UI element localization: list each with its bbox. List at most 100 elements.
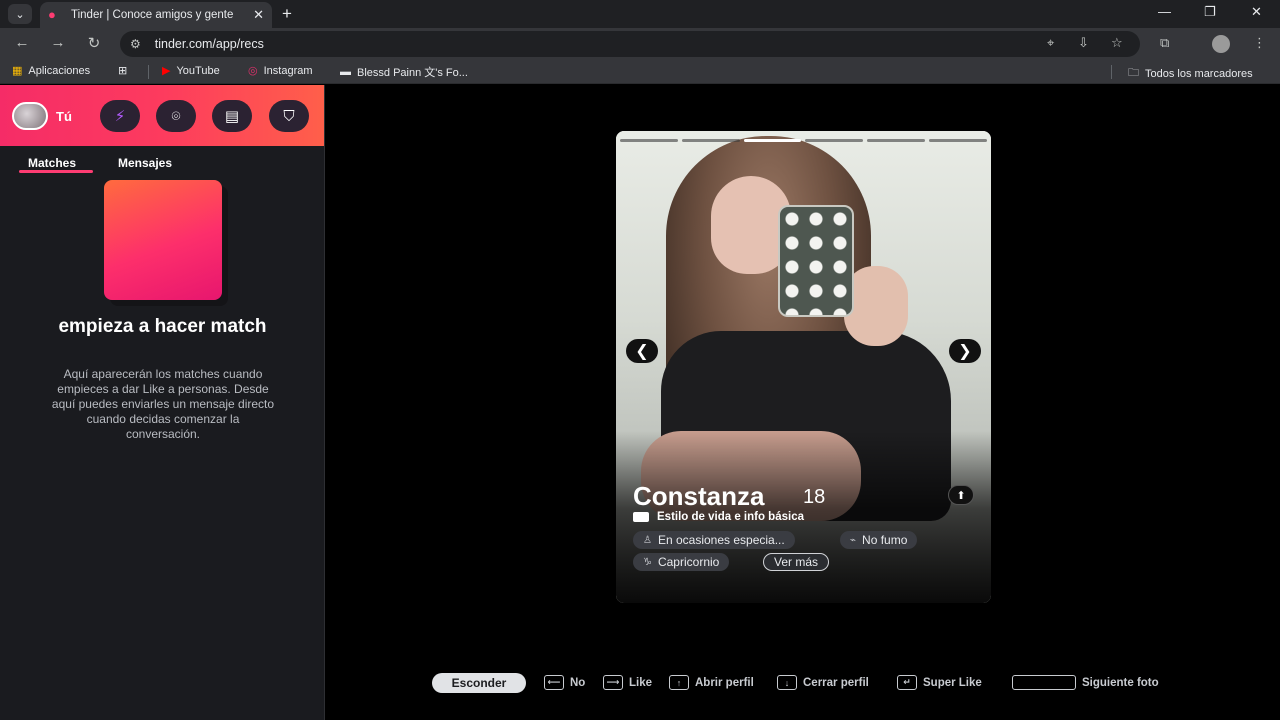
empty-match-card xyxy=(104,180,222,300)
hide-hints-button[interactable]: Esconder xyxy=(432,673,526,693)
bookmark-all[interactable]: 🗀 Todos los marcadores xyxy=(1128,64,1253,83)
bookmark-divider xyxy=(148,65,149,79)
hint-label: Like xyxy=(629,676,653,689)
empty-state-title: empieza a hacer match xyxy=(58,316,267,337)
hint-super-like: ↵ Super Like xyxy=(897,675,982,690)
new-tab-button[interactable]: + xyxy=(282,4,292,24)
extensions-icon[interactable]: ⧉ xyxy=(1160,35,1169,51)
main-area: ❮ ❯ Constanza 18 ⬆ Estilo de vida e info… xyxy=(326,85,1280,720)
bookmark-label: Todos los marcadores xyxy=(1145,67,1253,80)
site-info-icon[interactable]: ⚙ xyxy=(130,37,141,51)
folder-icon: 🗀 xyxy=(1128,67,1139,79)
install-app-icon[interactable]: ⇩ xyxy=(1078,35,1089,51)
profile-avatar[interactable] xyxy=(1212,35,1230,53)
youtube-icon: ▶ xyxy=(162,65,171,77)
tab-title: Tinder | Conoce amigos y gente xyxy=(71,9,234,21)
next-photo-icon[interactable]: ❯ xyxy=(949,339,981,363)
space-key-icon xyxy=(1012,675,1076,690)
hint-label: Cerrar perfil xyxy=(803,676,869,689)
bookmarks-bar: ▦ Aplicaciones ⊞ ▶ YouTube ◎ Instagram ▬… xyxy=(0,60,1280,84)
music-icon: ▬ xyxy=(340,66,351,78)
avatar[interactable] xyxy=(12,102,48,130)
see-more-button[interactable]: Ver más xyxy=(763,553,830,571)
apps-grid-icon: ▦ xyxy=(12,65,23,77)
work-icon[interactable]: ▤ xyxy=(212,100,252,132)
bookmark-youtube[interactable]: ▶ YouTube xyxy=(162,64,220,78)
bookmark-label: Instagram xyxy=(263,64,313,77)
bookmark-label: Aplicaciones xyxy=(28,64,91,77)
grid-icon: ⊞ xyxy=(118,65,128,77)
hint-label: No xyxy=(570,676,586,689)
lifestyle-label: Estilo de vida e info básica xyxy=(657,511,804,523)
hint-label: Abrir perfil xyxy=(695,676,754,689)
tab-mensajes[interactable]: Mensajes xyxy=(118,156,172,170)
bookmark-label: Blessd Painn 文's Fo... xyxy=(357,67,468,79)
hint-next-photo: Siguiente foto xyxy=(1012,675,1159,690)
sidebar: Tú ⚡ ⌾ ▤ ⛉ Matches Mensajes empieza a ha… xyxy=(0,85,325,720)
tag-icon xyxy=(633,512,649,522)
enter-key-icon: ↵ xyxy=(897,675,917,690)
user-label[interactable]: Tú xyxy=(56,109,72,124)
restore-icon[interactable]: ❐ xyxy=(1204,4,1216,20)
hint-label: Super Like xyxy=(923,676,982,689)
hint-close-profile: ↓ Cerrar perfil xyxy=(777,675,869,690)
previous-photo-icon[interactable]: ❮ xyxy=(626,339,658,363)
left-arrow-key-icon: ⟵ xyxy=(544,675,564,690)
photo-progress xyxy=(620,139,987,143)
tab-matches[interactable]: Matches xyxy=(28,156,76,170)
bookmark-instagram[interactable]: ◎ Instagram xyxy=(248,64,313,78)
chip-drinking: ♙ En ocasiones especia... xyxy=(633,531,795,549)
chip-smoking: ⌁ No fumo xyxy=(840,531,918,549)
up-arrow-key-icon: ↑ xyxy=(669,675,689,690)
profile-name: Constanza xyxy=(633,481,765,511)
location-icon[interactable]: ⌖ xyxy=(1047,35,1054,51)
hint-label: Siguiente foto xyxy=(1082,676,1159,689)
lifestyle-heading: Estilo de vida e info básica xyxy=(633,511,804,523)
bookmark-label: YouTube xyxy=(176,64,220,77)
bookmark-blessd[interactable]: ▬ Blessd Painn 文's Fo... xyxy=(340,64,468,80)
photo-progress-segment xyxy=(681,139,740,142)
window-close-icon[interactable]: ✕ xyxy=(1251,4,1262,20)
forward-icon[interactable]: → xyxy=(48,34,68,51)
close-tab-icon[interactable]: ✕ xyxy=(253,7,264,23)
empty-state-description: Aquí aparecerán los matches cuando empie… xyxy=(51,367,275,441)
tab-search-icon[interactable]: ⌄ xyxy=(8,4,32,24)
browser-tab[interactable]: ● Tinder | Conoce amigos y gente ✕ xyxy=(40,2,272,28)
profile-card[interactable]: ❮ ❯ Constanza 18 ⬆ Estilo de vida e info… xyxy=(616,131,991,603)
bookmark-divider xyxy=(1111,65,1112,79)
menu-icon[interactable]: ⋮ xyxy=(1253,35,1266,51)
instagram-icon: ◎ xyxy=(248,65,258,77)
url-text: tinder.com/app/recs xyxy=(154,37,264,51)
minimize-icon[interactable]: — xyxy=(1158,4,1171,19)
bookmark-grid[interactable]: ⊞ xyxy=(118,64,133,77)
explore-icon[interactable]: ⌾ xyxy=(156,100,196,132)
browser-tabbar: ⌄ ● Tinder | Conoce amigos y gente ✕ + —… xyxy=(0,0,1280,28)
right-arrow-key-icon: ⟶ xyxy=(603,675,623,690)
open-profile-icon[interactable]: ⬆ xyxy=(948,485,974,505)
chip-label: En ocasiones especia... xyxy=(657,533,785,547)
safety-shield-icon[interactable]: ⛉ xyxy=(269,100,309,132)
profile-age: 18 xyxy=(803,486,826,508)
keyboard-hints: Esconder ⟵ No ⟶ Like ↑ Abrir perfil ↓ Cerrar… xyxy=(432,673,1192,695)
bookmark-star-icon[interactable]: ☆ xyxy=(1111,35,1123,51)
reload-icon[interactable]: ↻ xyxy=(84,34,104,52)
hint-open-profile: ↑ Abrir perfil xyxy=(669,675,754,690)
glass-icon: ♙ xyxy=(643,534,652,546)
photo-shape xyxy=(778,205,854,317)
hint-like: ⟶ Like xyxy=(603,675,652,690)
back-icon[interactable]: ← xyxy=(12,34,32,51)
browser-navbar: ← → ↻ ⚙ tinder.com/app/recs ⌖ ⇩ ☆ ⧉ ⋮ xyxy=(0,28,1280,60)
active-tab-indicator xyxy=(19,170,93,173)
down-arrow-key-icon: ↓ xyxy=(777,675,797,690)
smoking-icon: ⌁ xyxy=(850,534,857,546)
photo-progress-segment xyxy=(867,139,926,142)
address-bar[interactable]: ⚙ tinder.com/app/recs xyxy=(120,31,1140,57)
zodiac-icon: ♑ xyxy=(643,556,652,568)
boost-icon[interactable]: ⚡ xyxy=(100,100,140,132)
bookmark-apps[interactable]: ▦ Aplicaciones xyxy=(12,64,91,78)
chip-label: Capricornio xyxy=(657,555,720,569)
photo-progress-segment xyxy=(929,139,987,142)
photo-progress-segment xyxy=(743,139,802,142)
photo-progress-segment xyxy=(620,139,678,142)
tinder-favicon-icon: ● xyxy=(48,7,56,22)
